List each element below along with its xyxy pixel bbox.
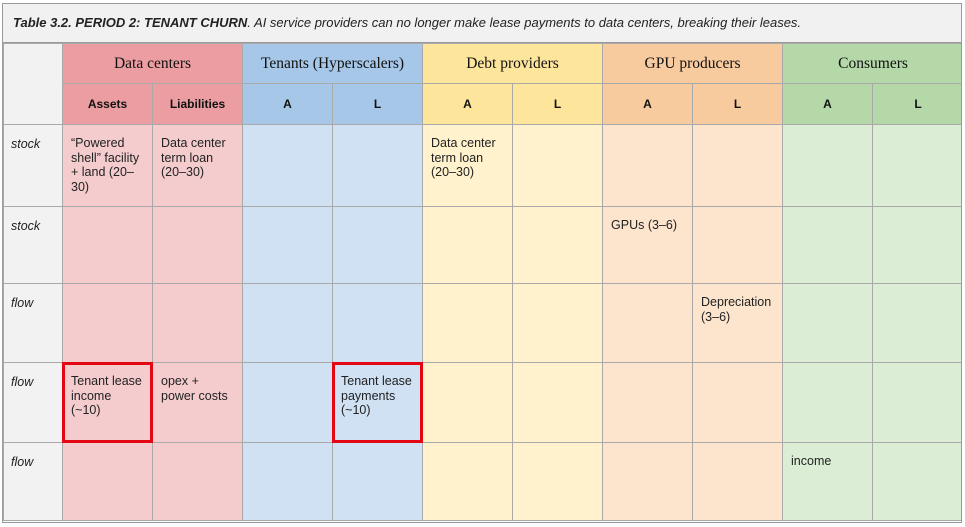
cell-consumers-a [782, 206, 874, 284]
cell-dc-liabilities [152, 206, 243, 284]
row-label: stock [3, 124, 63, 207]
cell-debt-l [511, 124, 604, 207]
table-frame: Table 3.2. PERIOD 2: TENANT CHURN. AI se… [2, 3, 962, 523]
cell-dc-assets [62, 283, 153, 363]
subheader-dc-assets: Assets [62, 83, 153, 125]
cell-consumers-l [872, 206, 961, 284]
cell-text: Tenant lease income (~10) [71, 374, 142, 417]
subheader-gpu-l: L [692, 83, 784, 125]
cell-tenants-l [332, 442, 423, 521]
row-label: flow [3, 442, 63, 521]
caption-subtitle: . AI service providers can no longer mak… [247, 15, 802, 30]
table-row: flow Depreciation (3–6) [3, 283, 961, 363]
table-row: stock “Powered shell” facility + land (2… [3, 124, 961, 207]
group-header-gpu-producers: GPU producers [602, 43, 784, 84]
cell-gpu-a [602, 442, 694, 521]
cell-consumers-l [872, 442, 961, 521]
cell-tenants-l [332, 206, 423, 284]
subheader-dc-liabilities: Liabilities [152, 83, 243, 125]
row-label: flow [3, 283, 63, 363]
group-header-data-centers: Data centers [62, 43, 243, 84]
cell-gpu-a: GPUs (3–6) [602, 206, 694, 284]
cell-consumers-a [782, 283, 874, 363]
cell-dc-assets: Tenant lease income (~10) [62, 362, 153, 443]
cell-debt-a: Data center term loan (20–30) [422, 124, 513, 207]
row-label: flow [3, 362, 63, 443]
cell-dc-liabilities: Data center term loan (20–30) [152, 124, 243, 207]
subheader-gpu-a: A [602, 83, 694, 125]
subheader-tenants-l: L [332, 83, 423, 125]
subheader-consumers-a: A [782, 83, 874, 125]
cell-debt-a [422, 283, 513, 363]
balance-sheet-table: Data centers Tenants (Hyperscalers) Debt… [3, 43, 961, 521]
cell-tenants-l [332, 283, 423, 363]
group-header-debt-providers: Debt providers [421, 43, 604, 84]
caption-title: Table 3.2. PERIOD 2: TENANT CHURN [13, 15, 248, 30]
table-row: flow income [3, 442, 961, 521]
table-row: stock GPUs (3–6) [3, 206, 961, 284]
cell-consumers-a: income [782, 442, 874, 521]
cell-dc-liabilities: opex + power costs [152, 362, 243, 443]
subheader-consumers-l: L [872, 83, 961, 125]
cell-gpu-a [602, 124, 694, 207]
corner-cell [3, 43, 63, 125]
cell-dc-assets: “Powered shell” facility + land (20–30) [62, 124, 153, 207]
cell-dc-liabilities [152, 442, 243, 521]
cell-dc-liabilities [152, 283, 243, 363]
cell-dc-assets [62, 442, 153, 521]
group-header-tenants: Tenants (Hyperscalers) [242, 43, 423, 84]
cell-gpu-l [692, 206, 784, 284]
table-row: flow Tenant lease income (~10) opex + po… [3, 362, 961, 443]
cell-tenants-l: Tenant lease payments (~10) [332, 362, 423, 443]
cell-gpu-a [602, 283, 694, 363]
cell-consumers-a [782, 124, 874, 207]
cell-debt-l [511, 206, 604, 284]
row-label: stock [3, 206, 63, 284]
cell-debt-a [422, 442, 513, 521]
cell-dc-assets [62, 206, 153, 284]
cell-debt-l [511, 442, 604, 521]
cell-tenants-a [242, 362, 333, 443]
cell-tenants-a [242, 442, 333, 521]
cell-gpu-l [692, 442, 784, 521]
cell-gpu-l [692, 362, 784, 443]
cell-tenants-a [242, 206, 333, 284]
cell-gpu-l [692, 124, 784, 207]
cell-tenants-l [332, 124, 423, 207]
cell-consumers-l [872, 362, 961, 443]
cell-tenants-a [242, 283, 333, 363]
table-caption: Table 3.2. PERIOD 2: TENANT CHURN. AI se… [3, 4, 961, 43]
cell-gpu-a [602, 362, 694, 443]
cell-debt-l [511, 283, 604, 363]
cell-consumers-l [872, 283, 961, 363]
cell-debt-a [422, 362, 513, 443]
cell-gpu-l: Depreciation (3–6) [692, 283, 784, 363]
subheader-debt-a: A [422, 83, 513, 125]
cell-consumers-l [872, 124, 961, 207]
group-header-consumers: Consumers [782, 43, 961, 84]
cell-debt-l [511, 362, 604, 443]
cell-debt-a [422, 206, 513, 284]
subheader-tenants-a: A [242, 83, 333, 125]
cell-consumers-a [782, 362, 874, 443]
subheader-debt-l: L [511, 83, 604, 125]
cell-tenants-a [242, 124, 333, 207]
cell-text: Tenant lease payments (~10) [341, 374, 412, 417]
